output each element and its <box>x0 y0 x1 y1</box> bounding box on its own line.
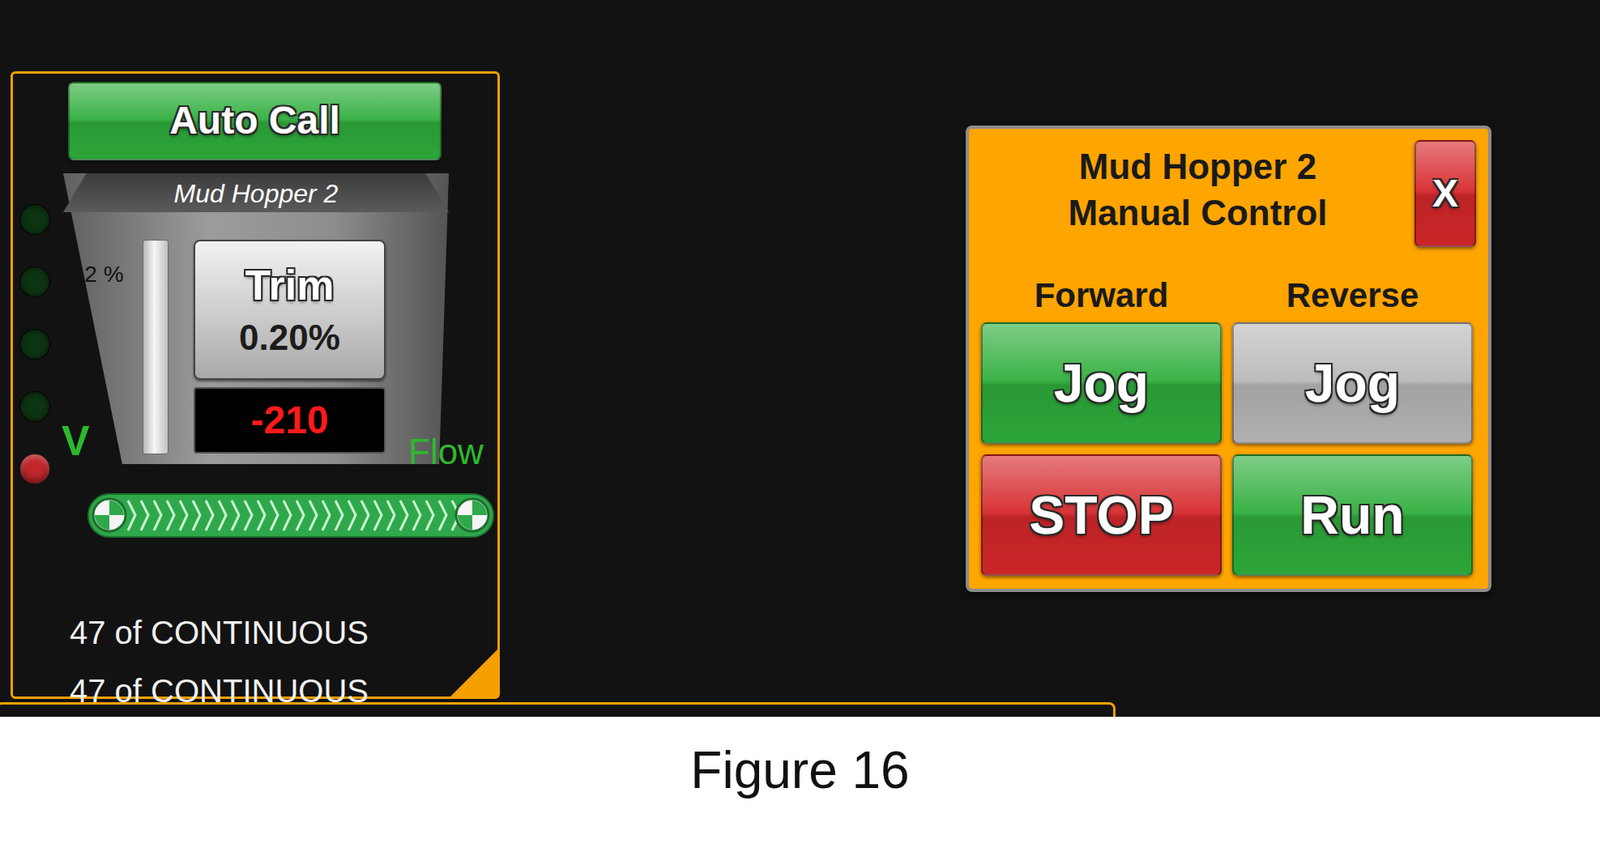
close-button[interactable]: X <box>1414 140 1477 248</box>
control-button[interactable]: STOP <box>981 454 1222 576</box>
trim-value: 0.20% <box>238 316 341 360</box>
caption-band: Figure 16 <box>0 716 1600 852</box>
close-label: X <box>1432 172 1459 216</box>
counter-display: -210 <box>193 387 386 454</box>
hopper: Mud Hopper 2 -2 % V Trim 0.20% <box>63 173 449 465</box>
conveyor-icon <box>86 490 495 541</box>
title-line: Mud Hopper 2 <box>981 143 1415 190</box>
corner-marker <box>450 649 498 697</box>
lower-panel <box>0 702 1116 717</box>
indicator-light <box>20 392 50 422</box>
indicator-column <box>20 173 52 484</box>
trim-button[interactable]: Trim 0.20% <box>193 239 386 380</box>
level-bar <box>142 239 169 455</box>
status-line: 47 of CONTINUOUS <box>69 603 498 662</box>
title-line: Manual Control <box>981 189 1415 236</box>
flow-label: Flow <box>408 434 484 470</box>
status-lines: 47 of CONTINUOUS47 of CONTINUOUS <box>12 603 498 717</box>
status-line: 47 of CONTINUOUS <box>69 661 498 717</box>
auto-call-label: Auto Call <box>169 99 341 143</box>
control-buttons: Jog Jog STOP Run <box>981 322 1477 576</box>
indicator-light <box>20 267 50 297</box>
hopper-title: Mud Hopper 2 <box>63 173 449 214</box>
v-label: V <box>61 419 141 462</box>
level-reading: -2 % <box>63 239 141 292</box>
control-button-label: STOP <box>1028 486 1174 546</box>
control-button-label: Jog <box>1053 354 1149 414</box>
control-button[interactable]: Run <box>1232 454 1473 576</box>
direction-label: Forward <box>981 275 1222 316</box>
control-button-label: Run <box>1300 486 1404 546</box>
auto-call-button[interactable]: Auto Call <box>68 81 442 161</box>
window-title: Mud Hopper 2Manual Control <box>981 140 1415 236</box>
control-button-label: Jog <box>1305 354 1400 414</box>
indicator-light <box>20 454 50 484</box>
manual-control-window: Mud Hopper 2Manual Control X ForwardReve… <box>965 125 1492 593</box>
control-button[interactable]: Jog <box>981 322 1222 444</box>
direction-labels: ForwardReverse <box>981 275 1477 316</box>
direction-label: Reverse <box>1232 275 1473 316</box>
indicator-light <box>20 204 50 235</box>
control-button[interactable]: Jog <box>1232 322 1473 444</box>
trim-label: Trim <box>245 260 335 311</box>
indicator-light <box>20 329 50 359</box>
hopper-panel: Auto Call Mud Hopper 2 -2 % V <box>10 71 500 700</box>
figure-caption: Figure 16 <box>690 739 909 852</box>
hmi-screen: Auto Call Mud Hopper 2 -2 % V <box>0 0 1600 717</box>
